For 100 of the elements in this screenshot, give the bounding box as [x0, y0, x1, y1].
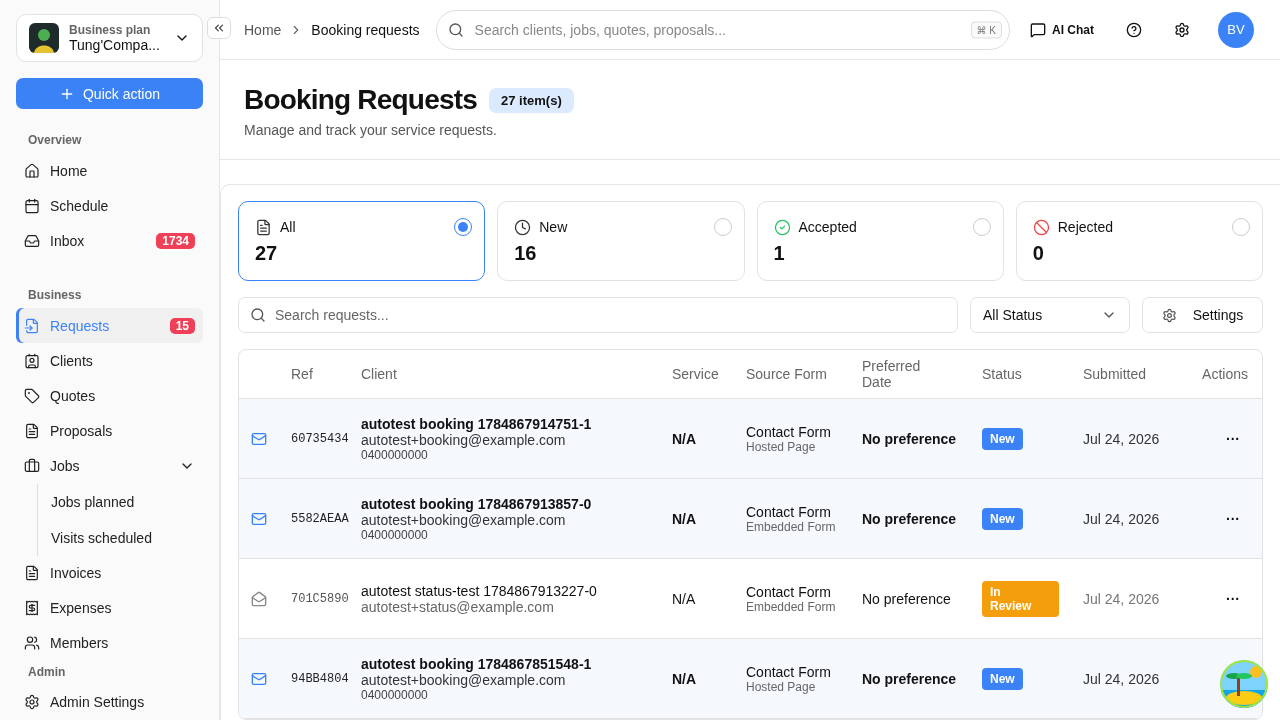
sidebar-item[interactable]: Schedule	[16, 188, 203, 224]
mail-icon	[251, 510, 267, 527]
count-badge: 15	[169, 317, 195, 334]
table-row[interactable]: 5582AEAA autotest booking 1784867913857-0 autotest+booking@example.com 0400000000 N/A Contact Form Embedded Form No preference New Jul 24, 2026 ···	[239, 479, 1262, 559]
actions-menu-button[interactable]: ···	[1224, 588, 1242, 609]
client-name: autotest booking 1784867851548-1	[361, 655, 593, 672]
workspace-name: Tung'Compa...	[69, 37, 161, 53]
settings-icon	[1174, 21, 1190, 38]
ban-icon	[1032, 218, 1050, 236]
section-title: Business	[27, 288, 83, 303]
sidebar-item[interactable]: Clients	[16, 343, 203, 379]
sidebar-item[interactable]: Invoices	[16, 555, 203, 591]
document-icon	[24, 565, 40, 582]
page-subtitle: Manage and track your service requests.	[244, 122, 498, 139]
client-email: autotest+booking@example.com	[361, 671, 567, 688]
sidebar-item[interactable]: Jobs	[16, 448, 203, 484]
users-icon	[24, 635, 40, 652]
service-cell-text: N/A	[672, 430, 698, 447]
column-header: Preferred Date	[862, 358, 922, 390]
contact-card-icon	[24, 353, 40, 369]
collapse-sidebar-button[interactable]	[207, 17, 231, 39]
filter-count: 1	[773, 242, 786, 265]
inbox-icon	[24, 232, 40, 249]
status-tag: New	[982, 667, 1023, 690]
settings-button[interactable]: Settings	[1142, 297, 1263, 333]
ref-cell-text: 94BB4804	[291, 671, 350, 686]
home-icon	[24, 162, 40, 179]
page-title: Booking Requests	[244, 84, 477, 117]
workspace-switcher[interactable]: Business plan Tung'Compa...	[16, 14, 203, 62]
receipt-icon	[24, 600, 40, 617]
filter-count: 0	[1032, 242, 1045, 265]
request-search-field[interactable]: Search requests...	[238, 297, 958, 333]
open-mail-icon	[251, 590, 267, 607]
status-select[interactable]: All Status	[970, 297, 1130, 333]
submitted-date: Jul 24, 2026	[1083, 430, 1161, 447]
check-circle-icon	[773, 218, 791, 236]
help-icon	[1126, 21, 1142, 38]
preferred-date: No preference	[862, 510, 958, 527]
filter-label: All	[280, 219, 297, 235]
actions-menu-button[interactable]: ···	[1224, 508, 1242, 529]
sidebar-item[interactable]: Proposals	[16, 413, 203, 449]
user-avatar[interactable]: BV	[1218, 11, 1254, 48]
sidebar-subitem[interactable]: Visits scheduled	[38, 519, 203, 556]
preferred-date: No preference	[862, 590, 952, 607]
settings-icon	[1161, 307, 1177, 323]
breadcrumb-link[interactable]: Home	[244, 21, 282, 38]
client-name: autotest status-test 1784867913227-0	[361, 582, 598, 599]
document-icon	[255, 218, 272, 236]
column-header: Submitted	[1083, 366, 1148, 382]
status-tag: New	[982, 427, 1023, 450]
client-email: autotest+booking@example.com	[361, 431, 567, 448]
sidebar-item[interactable]: Inbox 1734	[16, 223, 203, 259]
column-header: Ref	[291, 366, 314, 382]
client-email: autotest+status@example.com	[361, 598, 555, 615]
ai-chat-button[interactable]: AI Chat	[1026, 17, 1098, 42]
form-name: Contact Form	[746, 503, 832, 520]
form-name: Contact Form	[746, 583, 832, 600]
service-cell-text: N/A	[672, 510, 698, 527]
submitted-date: Jul 24, 2026	[1083, 510, 1161, 527]
sidebar-item[interactable]: Admin Settings	[16, 684, 203, 720]
mail-icon	[251, 430, 267, 447]
client-name: autotest booking 1784867913857-0	[361, 495, 593, 512]
double-chevron-icon	[212, 21, 226, 35]
column-header: Status	[982, 366, 1023, 382]
submitted-date: Jul 24, 2026	[1083, 670, 1161, 687]
client-name: autotest booking 1784867914751-1	[361, 415, 593, 432]
filter-card[interactable]: All 27	[238, 201, 486, 281]
form-type: Embedded Form	[746, 599, 837, 614]
filter-count: 27	[255, 242, 279, 265]
client-phone: 0400000000	[361, 527, 428, 542]
sidebar-item[interactable]: Expenses	[16, 590, 203, 626]
sidebar-item[interactable]: Quotes	[16, 378, 203, 414]
table-row[interactable]: 60735434 autotest booking 1784867914751-1 autotest+booking@example.com 0400000000 N/A Contact Form Hosted Page No preference New Jul 24, 2026 ···	[239, 399, 1262, 479]
clock-icon	[514, 218, 532, 236]
filter-card[interactable]: Rejected 0	[1015, 201, 1263, 281]
service-cell-text: N/A	[672, 590, 697, 607]
breadcrumb-link[interactable]: Booking requests	[311, 21, 420, 38]
preferred-date: No preference	[862, 670, 958, 687]
ref-cell-text: 701C5890	[291, 591, 350, 606]
sidebar-item[interactable]: Members	[16, 625, 203, 661]
sidebar-subitem[interactable]: Jobs planned	[38, 483, 203, 520]
sidebar-item[interactable]: Requests 15	[16, 308, 203, 344]
form-type: Embedded Form	[746, 519, 837, 534]
ref-cell-text: 5582AEAA	[291, 511, 350, 526]
filter-label: New	[539, 219, 569, 235]
calendar-icon	[24, 197, 40, 214]
search-icon	[447, 21, 464, 38]
preferred-date: No preference	[862, 430, 958, 447]
filter-card[interactable]: Accepted 1	[756, 201, 1004, 281]
client-phone: 0400000000	[361, 447, 428, 462]
mail-icon	[251, 670, 267, 687]
status-tag: New	[982, 507, 1023, 530]
submitted-date: Jul 24, 2026	[1083, 590, 1161, 607]
count-badge: 1734	[156, 232, 195, 249]
quick-action-button[interactable]: Quick action	[16, 78, 203, 110]
filter-count: 16	[514, 242, 538, 265]
actions-menu-button[interactable]: ···	[1224, 428, 1242, 449]
sidebar-item[interactable]: Home	[16, 153, 203, 189]
filter-card[interactable]: New 16	[497, 201, 745, 281]
table-row[interactable]: 94BB4804 autotest booking 1784867851548-1 autotest+booking@example.com 0400000000 N/A Contact Form Hosted Page No preference New Jul 24, 2026	[239, 639, 1262, 719]
